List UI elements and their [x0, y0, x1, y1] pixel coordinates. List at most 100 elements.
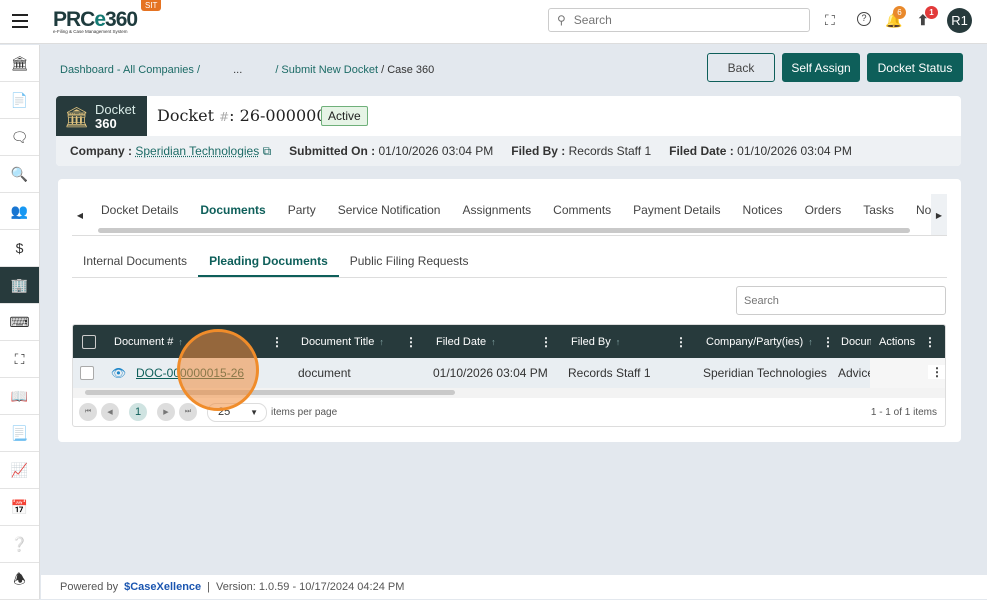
- row-checkbox[interactable]: [80, 366, 94, 380]
- prev-page-icon[interactable]: ◀: [101, 403, 119, 421]
- tab-payment-details[interactable]: Payment Details: [622, 194, 731, 232]
- filed-by-label: Filed By :: [511, 144, 566, 158]
- tab-service-notification[interactable]: Service Notification: [327, 194, 452, 232]
- comment-icon[interactable]: 🗨: [0, 119, 39, 156]
- col-label: Document Type: [841, 335, 871, 348]
- first-page-icon[interactable]: ⏮: [79, 403, 97, 421]
- file-icon[interactable]: 📃: [0, 415, 39, 452]
- document-search-icon[interactable]: 🔍: [0, 156, 39, 193]
- docket-status-button[interactable]: Docket Status: [867, 53, 963, 82]
- column-menu-icon[interactable]: ⋮: [924, 335, 936, 349]
- search-icon: ⚲: [557, 13, 566, 27]
- bank-icon[interactable]: 🏛: [0, 45, 39, 82]
- note-icon[interactable]: ⌨: [0, 304, 39, 341]
- tab-assignments[interactable]: Assignments: [451, 194, 542, 232]
- brand-name: CaseXellence: [130, 581, 202, 593]
- grid-header: Document # ↑ ⋮ Document Title ↑ ⋮ Filed Da…: [73, 325, 945, 358]
- tab-orders[interactable]: Orders: [794, 194, 853, 232]
- select-all-checkbox[interactable]: [82, 334, 96, 349]
- book-icon[interactable]: 📖: [0, 378, 39, 415]
- page-number[interactable]: 1: [129, 403, 147, 421]
- grid-scrollbar[interactable]: [73, 388, 945, 398]
- breadcrumb-dashboard[interactable]: Dashboard - All Companies /: [60, 64, 200, 76]
- tab-party[interactable]: Party: [277, 194, 327, 232]
- tab-comments[interactable]: Comments: [542, 194, 622, 232]
- page-size-value: 25: [218, 406, 231, 418]
- back-button[interactable]: Back: [707, 53, 775, 82]
- building-icon[interactable]: 🏢: [0, 267, 39, 304]
- grid-search-input[interactable]: [736, 286, 946, 315]
- subtab-pleading-documents[interactable]: Pleading Documents: [198, 248, 339, 277]
- tab-docket-details[interactable]: Docket Details: [90, 194, 189, 232]
- cell-filed-date: 01/10/2026 03:04 PM: [433, 366, 548, 380]
- tab-tasks[interactable]: Tasks: [852, 194, 905, 232]
- cell-company: Speridian Technologies: [703, 366, 827, 380]
- cell-title: document: [298, 366, 351, 380]
- column-menu-icon[interactable]: ⋮: [271, 335, 283, 349]
- scan-icon[interactable]: ⛶: [0, 341, 39, 378]
- help-doc-icon[interactable]: ❔: [0, 526, 39, 563]
- breadcrumb-submit-docket[interactable]: / Submit New Docket: [275, 64, 378, 76]
- notification-count: 6: [893, 6, 906, 19]
- help-icon[interactable]: ?: [857, 12, 871, 26]
- page-size-select[interactable]: 25 ▼: [207, 402, 267, 422]
- subtab-public-filing-requests[interactable]: Public Filing Requests: [339, 248, 480, 277]
- tab-documents[interactable]: Documents: [189, 194, 277, 232]
- alarm-icon[interactable]: 🕭: [0, 563, 39, 600]
- fullscreen-icon[interactable]: ⛶: [825, 12, 835, 29]
- column-menu-icon[interactable]: ⋮: [822, 335, 834, 349]
- calendar-icon[interactable]: 📅: [0, 489, 39, 526]
- tabs-scroll-left-icon[interactable]: ◀: [72, 194, 88, 235]
- external-link-icon[interactable]: ⧉: [263, 144, 272, 158]
- filed-date-label: Filed Date :: [669, 144, 734, 158]
- footer: Powered by $CaseXellence | Version: 1.0.…: [41, 575, 987, 599]
- company-link[interactable]: Speridian Technologies: [135, 144, 259, 158]
- user-avatar[interactable]: R1: [947, 8, 972, 33]
- separator: |: [207, 581, 211, 593]
- subtab-internal-documents[interactable]: Internal Documents: [72, 248, 198, 277]
- title-hash: #: [219, 110, 230, 124]
- tabs-scroll-right-icon[interactable]: ▶: [931, 194, 947, 235]
- hamburger-menu-icon[interactable]: [12, 14, 28, 28]
- breadcrumb-current: / Case 360: [381, 64, 435, 76]
- env-badge: SIT: [141, 0, 162, 11]
- users-icon[interactable]: 👥: [0, 193, 39, 230]
- chart-icon[interactable]: 📈: [0, 452, 39, 489]
- sort-icon: ↑: [379, 336, 384, 347]
- billing-icon[interactable]: $: [0, 230, 39, 267]
- version-text: Version: 1.0.59 - 10/17/2024 04:24 PM: [216, 581, 405, 593]
- column-menu-icon[interactable]: ⋮: [540, 335, 552, 349]
- items-per-page-label: items per page: [271, 406, 338, 418]
- self-assign-button[interactable]: Self Assign: [782, 53, 860, 82]
- docket-header-card: 🏛 Docket 360 Docket #: 26-0000003 Active…: [56, 96, 961, 166]
- sort-icon: ↑: [808, 336, 813, 347]
- document-icon[interactable]: 📄: [0, 82, 39, 119]
- view-eye-icon[interactable]: 👁: [111, 358, 126, 388]
- status-badge: Active: [321, 106, 368, 126]
- column-company-parties[interactable]: Company/Party(ies) ↑: [706, 325, 813, 358]
- document-subtabs: Internal Documents Pleading Documents Pu…: [72, 248, 947, 278]
- next-page-icon[interactable]: ▶: [157, 403, 175, 421]
- filed-by-value: Records Staff 1: [568, 144, 652, 158]
- tab-notices[interactable]: Notices: [732, 194, 794, 232]
- column-document-title[interactable]: Document Title ↑: [301, 325, 384, 358]
- notification-bell-icon[interactable]: 🔔 6: [885, 6, 906, 29]
- row-actions-menu-icon[interactable]: ⋮: [928, 365, 945, 379]
- column-document-type[interactable]: Document Type: [841, 325, 871, 358]
- breadcrumb-ellipsis[interactable]: ...: [233, 64, 242, 76]
- title-prefix: Docket: [157, 106, 220, 125]
- column-filed-date[interactable]: Filed Date ↑: [436, 325, 496, 358]
- last-page-icon[interactable]: ⏭: [179, 403, 197, 421]
- tabs-scrollbar[interactable]: [98, 228, 910, 233]
- global-search[interactable]: ⚲: [548, 8, 810, 32]
- top-bar: PRCe360 e-Filing & Case Management Syste…: [0, 0, 987, 44]
- column-filed-by[interactable]: Filed By ↑: [571, 325, 620, 358]
- filed-date-value: 01/10/2026 03:04 PM: [737, 144, 852, 158]
- upload-icon[interactable]: ⬆ 1: [917, 6, 938, 29]
- search-input[interactable]: [573, 13, 794, 27]
- column-menu-icon[interactable]: ⋮: [405, 335, 417, 349]
- brand-line2: 360: [95, 116, 117, 131]
- column-menu-icon[interactable]: ⋮: [675, 335, 687, 349]
- column-document-number[interactable]: Document # ↑: [114, 325, 183, 358]
- document-link[interactable]: DOC-000000015-26: [136, 366, 244, 380]
